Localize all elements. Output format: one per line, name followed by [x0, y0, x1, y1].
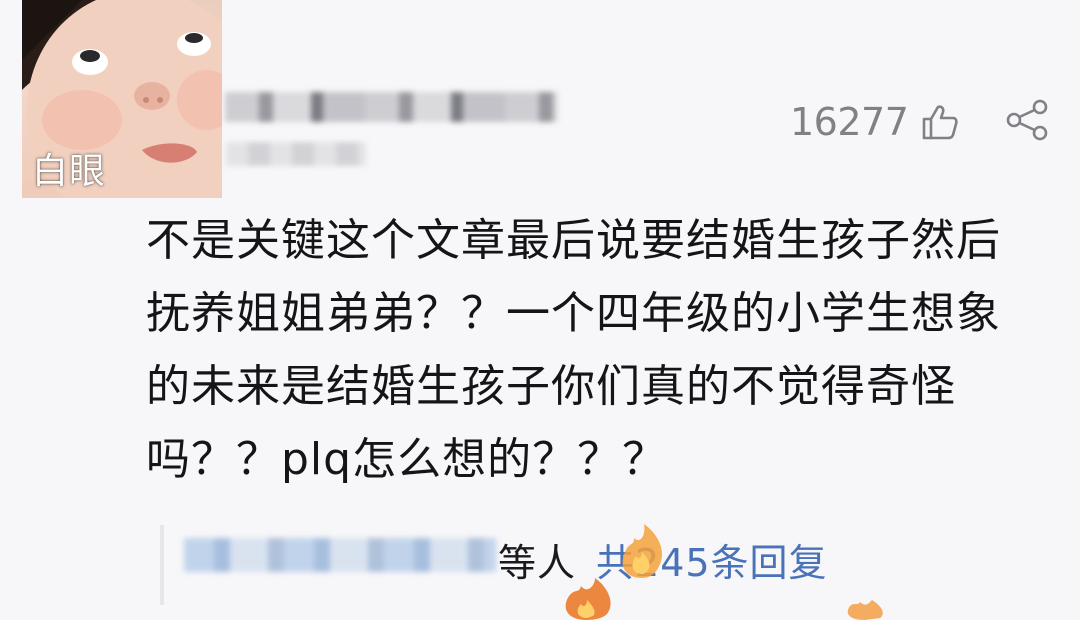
like-button[interactable]: 16277	[790, 98, 960, 146]
avatar-caption: 白眼	[32, 151, 107, 192]
like-count: 16277	[790, 100, 909, 144]
reply-suffix: 等人	[498, 540, 577, 585]
thumbs-up-icon	[923, 105, 959, 140]
comment-text: 不是关键这个文章最后说要结婚生孩子然后 抚养姐姐弟弟？？一个四年级的小学生想象 …	[146, 204, 1066, 496]
comment-meta-blurred	[226, 142, 366, 166]
comment-line: 抚养姐姐弟弟？？一个四年级的小学生想象	[146, 288, 1001, 339]
comment-card: 白眼 16277 不是关键这个文章最后说要结婚生孩子然后 抚养姐姐弟弟？？一个四…	[0, 0, 1080, 620]
share-icon[interactable]	[1003, 98, 1051, 142]
username-blurred[interactable]	[225, 92, 558, 122]
comment-line: 不是关键这个文章最后说要结婚生孩子然后	[146, 215, 1001, 266]
fire-emoji-icon	[847, 600, 883, 620]
reply-divider	[160, 525, 164, 605]
comment-line: 的未来是结婚生孩子你们真的不觉得奇怪	[146, 361, 956, 412]
comment-line: 吗？？plq怎么想的？？？	[146, 434, 668, 485]
avatar[interactable]: 白眼	[22, 0, 222, 198]
view-replies-link[interactable]: 共245条回复	[596, 532, 828, 587]
reply-summary: 等人 共245条回复	[498, 532, 828, 586]
reply-usernames-blurred[interactable]	[184, 538, 496, 572]
